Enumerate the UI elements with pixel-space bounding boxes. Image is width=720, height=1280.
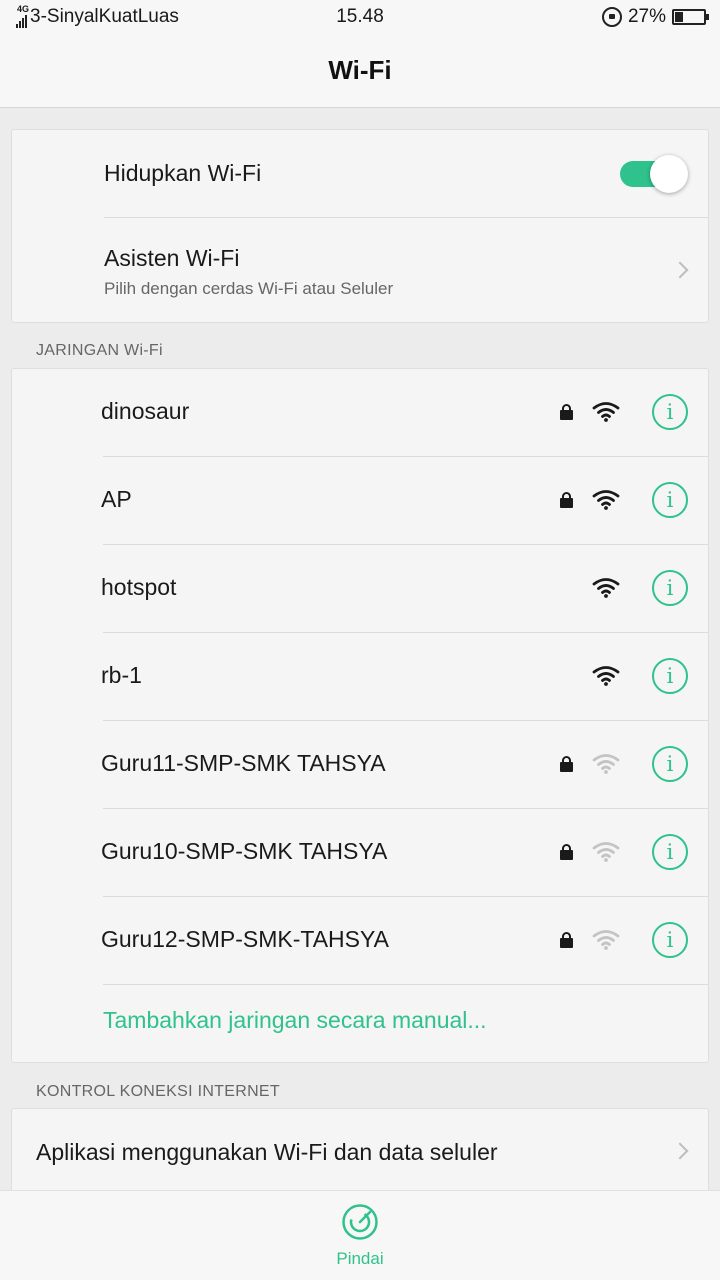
network-row[interactable]: hotspot i xyxy=(12,545,708,632)
wifi-settings-card: Hidupkan Wi-Fi Asisten Wi-Fi Pilih denga… xyxy=(11,129,709,323)
wifi-signal-icon xyxy=(592,402,620,422)
battery-percent: 27% xyxy=(627,6,666,27)
network-info-button[interactable]: i xyxy=(652,658,688,694)
network-row[interactable]: rb-1 i xyxy=(12,633,708,720)
lock-icon xyxy=(560,932,573,948)
toggle-knob xyxy=(650,155,688,193)
network-row[interactable]: Guru12-SMP-SMK-TAHSYA i xyxy=(12,897,708,984)
network-info-button[interactable]: i xyxy=(652,746,688,782)
network-name: Guru11-SMP-SMK TAHSYA xyxy=(101,750,386,776)
wifi-toggle-switch[interactable] xyxy=(616,155,688,193)
network-list-card: dinosaur i AP i hotspot i rb-1 i Guru11-SMP-SMK … xyxy=(11,368,709,1063)
apps-wifi-data-row[interactable]: Aplikasi menggunakan Wi-Fi dan data selu… xyxy=(12,1109,708,1199)
network-name: AP xyxy=(101,486,132,512)
rotation-lock-icon xyxy=(601,7,622,27)
lock-icon xyxy=(560,844,573,860)
status-bar: 4G 3-SinyalKuatLuas 15.48 27% xyxy=(0,0,720,34)
wifi-assistant-row[interactable]: Asisten Wi-Fi Pilih dengan cerdas Wi-Fi … xyxy=(12,217,708,323)
chevron-right-icon xyxy=(671,1142,689,1160)
add-network-manually-link[interactable]: Tambahkan jaringan secara manual... xyxy=(103,1007,487,1034)
wifi-toggle-label: Hidupkan Wi-Fi xyxy=(104,160,262,186)
network-info-button[interactable]: i xyxy=(652,570,688,606)
lock-icon xyxy=(560,756,573,772)
wifi-signal-icon xyxy=(592,666,620,686)
bottom-bar: Pindai xyxy=(0,1190,720,1280)
network-info-button[interactable]: i xyxy=(652,394,688,430)
network-info-button[interactable]: i xyxy=(652,922,688,958)
network-name: rb-1 xyxy=(101,662,142,688)
wifi-assistant-sublabel: Pilih dengan cerdas Wi-Fi atau Seluler xyxy=(104,279,394,298)
internet-control-section-title: KONTROL KONEKSI INTERNET xyxy=(36,1083,280,1100)
battery-icon xyxy=(672,9,709,25)
network-info-button[interactable]: i xyxy=(652,482,688,518)
scan-button[interactable]: Pindai xyxy=(320,1203,400,1273)
wifi-toggle-row[interactable]: Hidupkan Wi-Fi xyxy=(12,130,708,217)
internet-control-card: Aplikasi menggunakan Wi-Fi dan data selu… xyxy=(11,1108,709,1198)
radar-scan-icon xyxy=(342,1204,378,1240)
wifi-signal-icon xyxy=(592,754,620,774)
apps-wifi-data-label: Aplikasi menggunakan Wi-Fi dan data selu… xyxy=(36,1139,498,1165)
battery-fill xyxy=(675,12,683,22)
network-row[interactable]: Guru10-SMP-SMK TAHSYA i xyxy=(12,809,708,896)
wifi-signal-icon xyxy=(592,842,620,862)
wifi-signal-icon xyxy=(592,930,620,950)
wifi-signal-icon xyxy=(592,490,620,510)
lock-icon xyxy=(560,492,573,508)
page-title: Wi-Fi xyxy=(328,55,392,85)
network-list: dinosaur i AP i hotspot i rb-1 i Guru11-SMP-SMK … xyxy=(12,369,708,985)
header: Wi-Fi xyxy=(0,34,720,108)
network-info-button[interactable]: i xyxy=(652,834,688,870)
networks-section-title: JARINGAN Wi-Fi xyxy=(36,342,163,359)
lock-icon xyxy=(560,404,573,420)
network-name: Guru10-SMP-SMK TAHSYA xyxy=(101,838,388,864)
chevron-right-icon xyxy=(671,261,689,279)
network-name: Guru12-SMP-SMK-TAHSYA xyxy=(101,926,389,952)
divider xyxy=(103,984,708,985)
network-row[interactable]: Guru11-SMP-SMK TAHSYA i xyxy=(12,721,708,808)
network-row[interactable]: dinosaur i xyxy=(12,369,708,456)
scan-label: Pindai xyxy=(336,1249,384,1268)
wifi-assistant-label: Asisten Wi-Fi xyxy=(104,245,240,271)
status-right: 27% xyxy=(601,6,709,28)
network-name: dinosaur xyxy=(101,398,190,424)
network-row[interactable]: AP i xyxy=(12,457,708,544)
wifi-signal-icon xyxy=(592,578,620,598)
network-name: hotspot xyxy=(101,574,177,600)
